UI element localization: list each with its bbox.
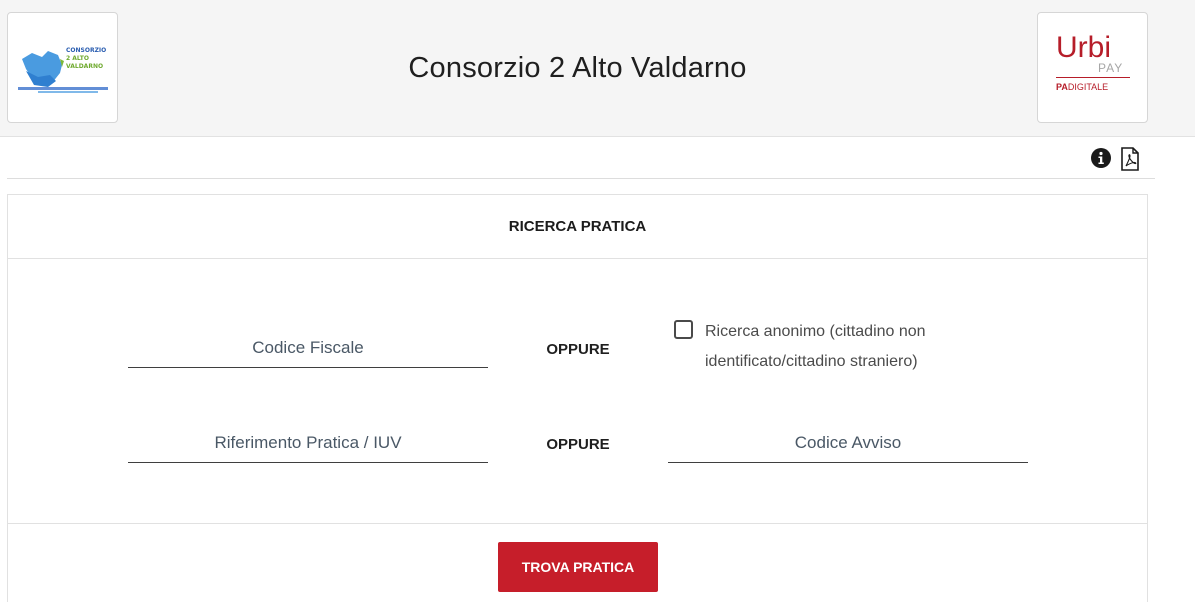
urbipay-logo[interactable]: Urbi PAY PADIGITALE — [1037, 12, 1148, 123]
urbipay-logo-icon — [1038, 13, 1149, 124]
or-label-2: OPPURE — [546, 436, 610, 453]
codice-avviso-field — [668, 423, 1028, 463]
urbipay-divider — [1056, 77, 1130, 78]
pdf-icon[interactable] — [1120, 147, 1140, 171]
or-label-1: OPPURE — [546, 341, 610, 358]
urbipay-sub-text: PAY — [1098, 61, 1124, 75]
padigitale-rest: DIGITALE — [1067, 82, 1109, 92]
top-divider — [7, 178, 1155, 179]
codice-avviso-input[interactable] — [668, 423, 1028, 462]
riferimento-pratica-input[interactable] — [128, 423, 488, 462]
urbipay-brand-text: Urbi — [1056, 31, 1112, 64]
info-icon[interactable] — [1090, 147, 1112, 169]
codice-fiscale-field — [128, 328, 488, 368]
header: CONSORZIO 2 ALTO VALDARNO Consorzio 2 Al… — [0, 0, 1195, 137]
trova-pratica-button[interactable]: TROVA PRATICA — [498, 542, 658, 592]
search-card: RICERCA PRATICA OPPURE Ricerca anonimo (… — [7, 194, 1148, 602]
search-card-title: RICERCA PRATICA — [8, 195, 1147, 259]
anonymous-search-label[interactable]: Ricerca anonimo (cittadino non identific… — [705, 317, 1005, 377]
card-footer-divider — [8, 523, 1147, 524]
toolbar — [1090, 147, 1150, 171]
anonymous-search-checkbox[interactable] — [674, 320, 693, 339]
page-title: Consorzio 2 Alto Valdarno — [408, 52, 747, 84]
padigitale-text: PADIGITALE — [1056, 82, 1108, 93]
riferimento-pratica-field — [128, 423, 488, 463]
padigitale-bold: PA — [1056, 82, 1068, 92]
codice-fiscale-input[interactable] — [128, 328, 488, 367]
